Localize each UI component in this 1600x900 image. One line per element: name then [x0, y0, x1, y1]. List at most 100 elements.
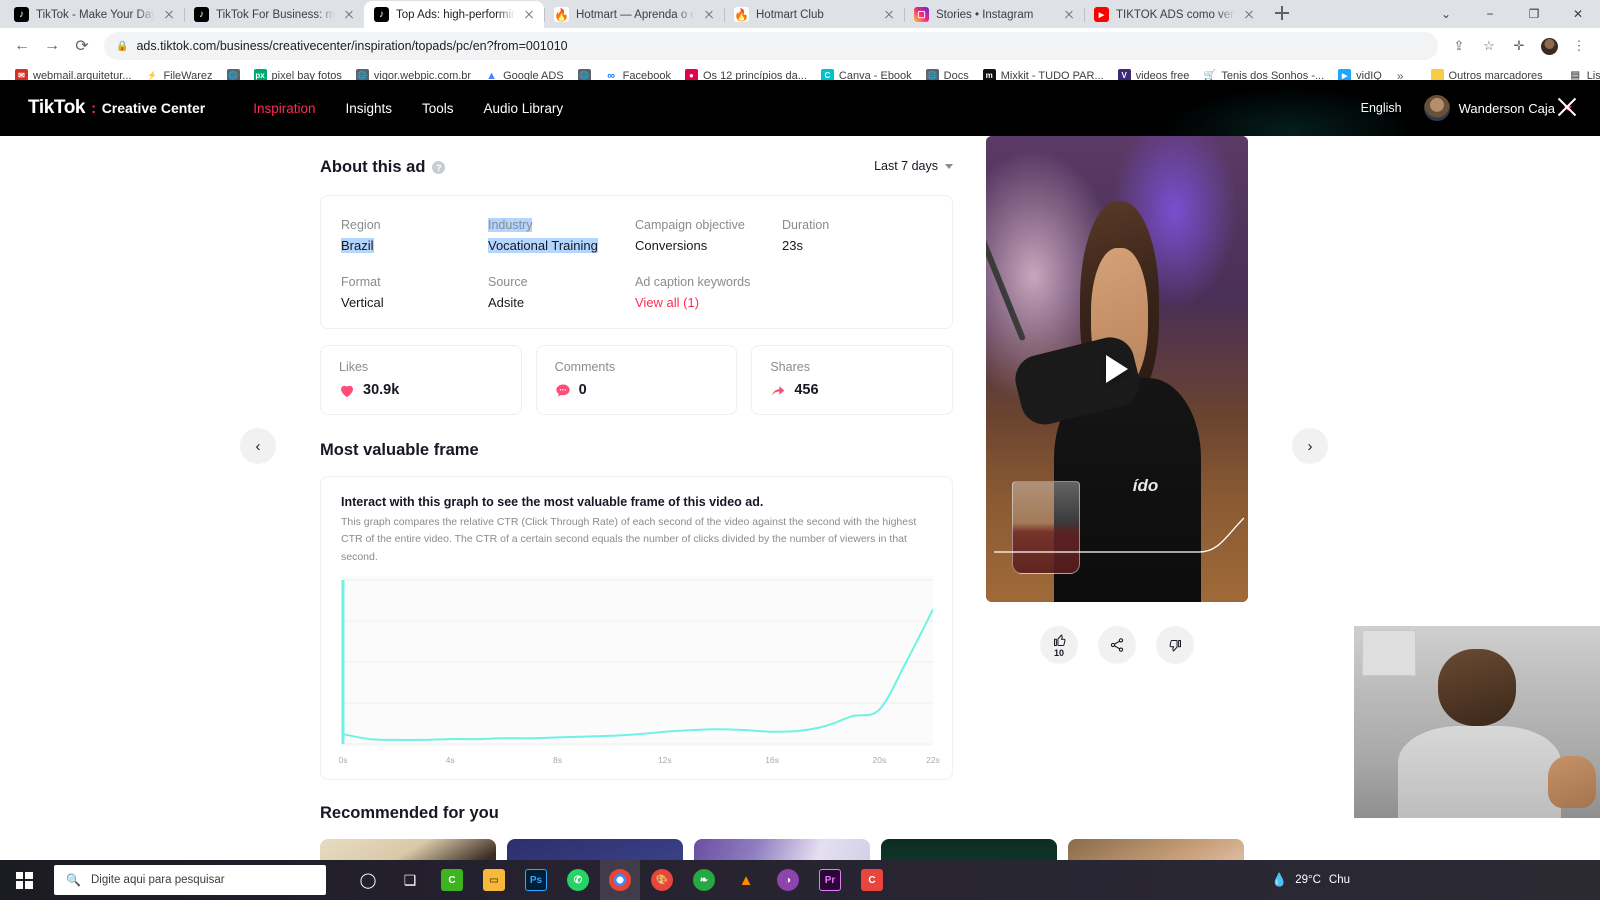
chevron-down-icon — [945, 163, 953, 169]
vlc-icon[interactable]: ▲ — [726, 860, 766, 900]
premiere-icon[interactable]: Pr — [810, 860, 850, 900]
share-button[interactable] — [1098, 626, 1136, 664]
industry-label: Industry — [488, 218, 533, 232]
most-valuable-frame-title: Most valuable frame — [320, 441, 479, 459]
chart-svg[interactable] — [341, 575, 933, 746]
creative-center-label: Creative Center — [101, 100, 206, 116]
search-placeholder: Digite aqui para pesquisar — [90, 874, 225, 886]
browser-tab[interactable]: ▶ TIKTOK ADS como ver anuncios — [1084, 1, 1264, 28]
toolbar-icons: ⇪ ☆ ✛ ⋮ — [1446, 33, 1592, 59]
field-label: Ad caption keywords — [635, 275, 751, 289]
share-icon[interactable]: ⇪ — [1446, 33, 1472, 59]
close-icon[interactable] — [1062, 8, 1076, 22]
address-bar[interactable]: 🔒 ads.tiktok.com/business/creativecenter… — [104, 32, 1438, 60]
browser-tab-active[interactable]: ♪ Top Ads: high-performing auctio — [364, 1, 544, 28]
bookmark-star-icon[interactable]: ☆ — [1476, 33, 1502, 59]
nav-item-insights[interactable]: Insights — [345, 101, 392, 116]
tab-search-button[interactable]: ⌄ — [1424, 0, 1468, 28]
rec-card-4[interactable]: André Beecker — [881, 838, 1057, 860]
ad-detail-content: ‹ › About this ad ? Last 7 days Region B… — [0, 136, 1600, 860]
chrome-icon[interactable] — [600, 860, 640, 900]
field-value: Vocational Training — [488, 238, 635, 253]
nav-item-inspiration[interactable]: Inspiration — [253, 101, 315, 116]
back-button[interactable]: ← — [8, 32, 36, 60]
stat-likes: Likes 30.9k — [320, 345, 522, 415]
tab-title: Stories • Instagram — [936, 8, 1034, 21]
close-icon[interactable] — [522, 8, 536, 22]
graph-card: Interact with this graph to see the most… — [320, 476, 953, 780]
lock-icon: 🔒 — [116, 40, 129, 52]
new-tab-button[interactable] — [1268, 0, 1296, 27]
user-menu[interactable]: Wanderson Caja — [1423, 95, 1572, 121]
field-label: Region — [341, 218, 381, 232]
stat-number: 0 — [578, 382, 587, 398]
window-close-button[interactable]: ✕ — [1556, 0, 1600, 28]
info-field-industry: Industry Vocational Training — [488, 218, 635, 253]
close-icon[interactable] — [162, 8, 176, 22]
browser-tab[interactable]: 🔥 Hotmart — Aprenda o que quise — [544, 1, 724, 28]
reload-button[interactable]: ⟳ — [68, 32, 96, 60]
x-tick-label: 0s — [338, 754, 348, 765]
rec-card-1[interactable] — [320, 838, 496, 860]
video-player[interactable]: ído — [986, 136, 1248, 602]
maximize-button[interactable]: ❐ — [1512, 0, 1556, 28]
engagement-stats: Likes 30.9k Comments 0 Shares 456 — [320, 345, 954, 415]
close-icon[interactable] — [1242, 8, 1256, 22]
region-value: Brazil — [341, 238, 374, 253]
nav-item-audio-library[interactable]: Audio Library — [484, 101, 564, 116]
close-icon[interactable] — [882, 8, 896, 22]
extensions-puzzle-icon[interactable]: ✛ — [1506, 33, 1532, 59]
tiktok-logo[interactable]: TikTok : Creative Center — [28, 97, 205, 119]
stat-number: 456 — [794, 382, 819, 398]
tab-title: Hotmart — Aprenda o que quise — [576, 8, 695, 21]
info-field-format: Format Vertical — [341, 275, 488, 310]
camtasia-icon[interactable]: C — [432, 860, 472, 900]
task-view-icon[interactable]: ❑ — [390, 860, 430, 900]
weather-temp[interactable]: 29°C — [1295, 874, 1321, 886]
x-tick-label: 22s — [926, 754, 940, 765]
photoshop-icon[interactable]: Ps — [516, 860, 556, 900]
file-explorer-icon[interactable]: ▭ — [474, 860, 514, 900]
rec-card-3[interactable] — [694, 838, 870, 860]
paint-icon[interactable]: 🎨 — [642, 860, 682, 900]
close-icon[interactable] — [342, 8, 356, 22]
graph-headline: Interact with this graph to see the most… — [341, 495, 764, 509]
close-icon[interactable] — [702, 8, 716, 22]
dislike-button[interactable] — [1156, 626, 1194, 664]
info-row: Format Vertical Source Adsite Ad caption… — [341, 275, 932, 310]
editor-icon[interactable]: ◑ — [768, 860, 808, 900]
period-selector[interactable]: Last 7 days — [874, 159, 953, 173]
weather-condition[interactable]: Chu — [1329, 874, 1350, 886]
nav-item-tools[interactable]: Tools — [422, 101, 454, 116]
browser-tab[interactable]: ♪ TikTok - Make Your Day — [4, 1, 184, 28]
comment-icon — [556, 384, 570, 396]
carousel-next-button[interactable]: › — [1292, 428, 1328, 464]
start-button[interactable] — [0, 860, 48, 900]
chrome-menu-icon[interactable]: ⋮ — [1566, 33, 1592, 59]
profile-avatar-icon[interactable] — [1536, 33, 1562, 59]
tab-title: Top Ads: high-performing auctio — [396, 8, 515, 21]
language-selector[interactable]: English — [1361, 101, 1402, 115]
like-button[interactable]: 10 — [1040, 626, 1078, 664]
taskbar-search-input[interactable]: 🔍 Digite aqui para pesquisar — [54, 865, 326, 895]
browser-tab[interactable]: ▢ Stories • Instagram — [904, 1, 1084, 28]
rec-card-5[interactable] — [1068, 838, 1244, 860]
carousel-prev-button[interactable]: ‹ — [240, 428, 276, 464]
camtasia2-icon[interactable]: C — [852, 860, 892, 900]
rec-card-2[interactable]: PLAY — [507, 838, 683, 860]
minimize-button[interactable]: − — [1468, 0, 1512, 28]
whatsapp-icon[interactable]: ✆ — [558, 860, 598, 900]
cortana-icon[interactable]: ◯ — [348, 860, 388, 900]
play-icon[interactable] — [1106, 355, 1128, 383]
ctr-line-chart[interactable] — [341, 575, 933, 754]
view-all-keywords-link[interactable]: View all (1) — [635, 295, 782, 310]
close-icon[interactable] — [1554, 94, 1580, 120]
leaf-app-icon[interactable]: ❧ — [684, 860, 724, 900]
x-tick-label: 16s — [765, 754, 779, 765]
help-icon[interactable]: ? — [432, 161, 446, 174]
browser-tab[interactable]: ♪ TikTok For Business: marketing n — [184, 1, 364, 28]
taskbar-apps: ◯ ❑ C ▭ Ps ✆ 🎨 ❧ ▲ ◑ Pr C — [348, 860, 892, 900]
recommended-list: PLAY André Beecker — [320, 838, 1244, 860]
forward-button[interactable]: → — [38, 32, 66, 60]
browser-tab[interactable]: 🔥 Hotmart Club — [724, 1, 904, 28]
